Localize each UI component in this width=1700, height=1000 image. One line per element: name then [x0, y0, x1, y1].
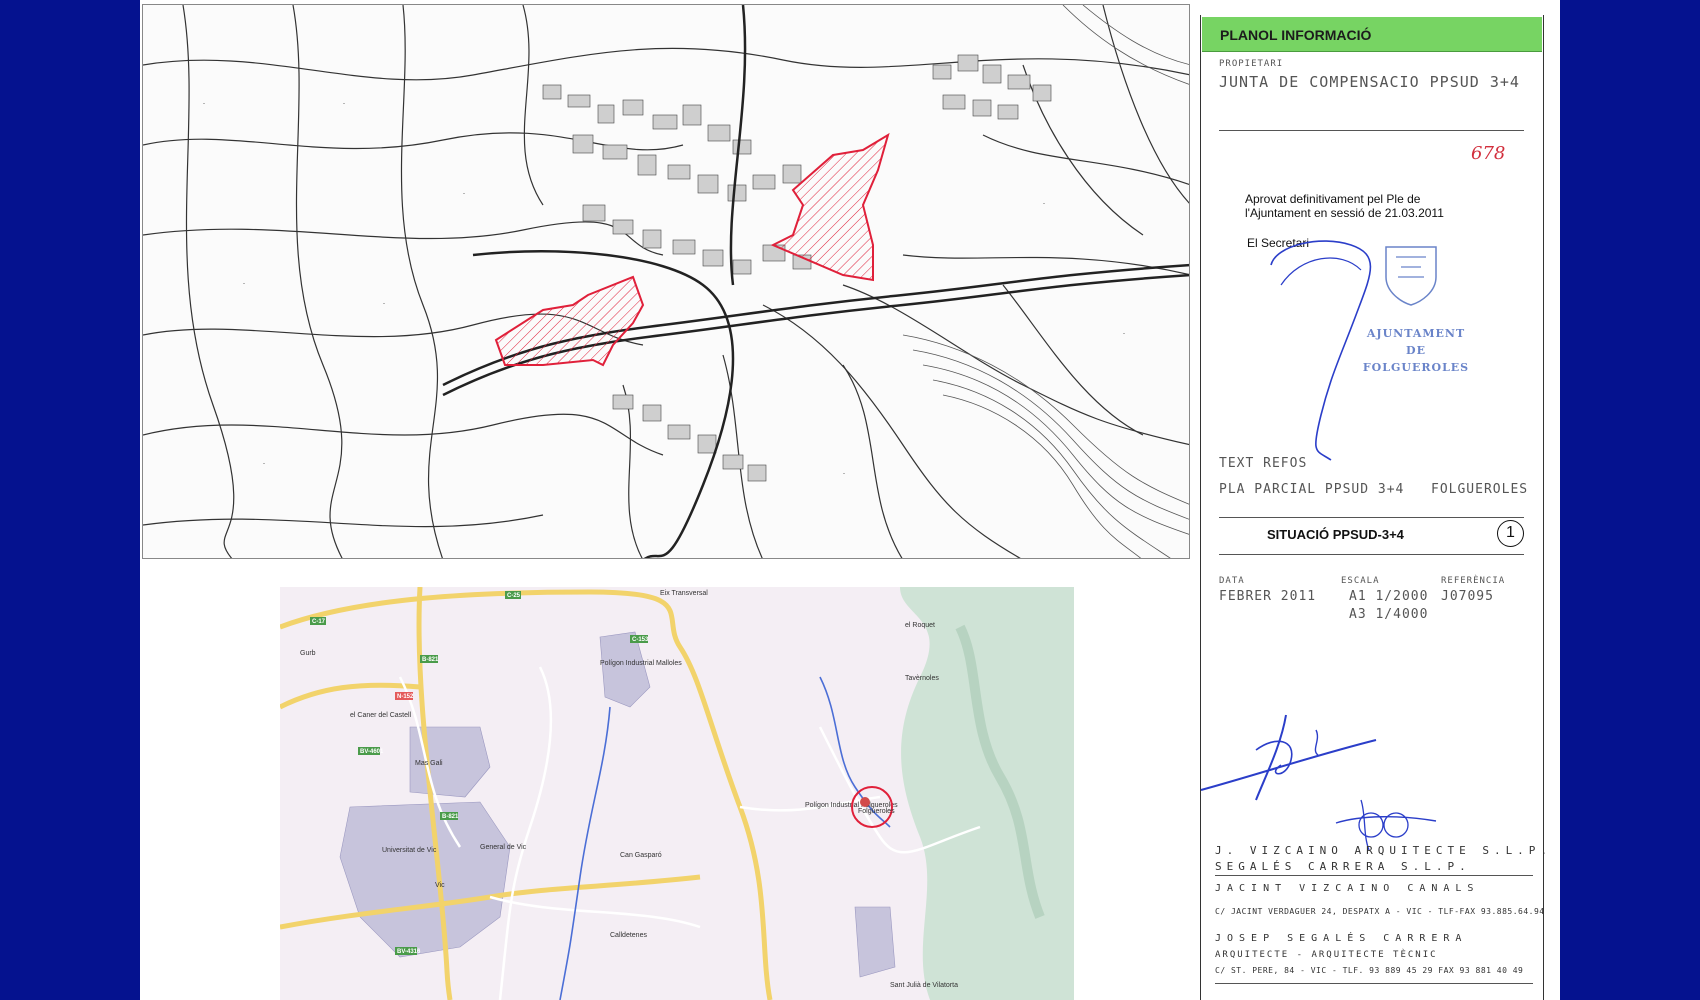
label-general: General de Vic [480, 844, 527, 851]
municipal-stamp: AJUNTAMENT DE FOLGUEROLES [1356, 325, 1476, 376]
label-eix: Eix Transversal [660, 590, 708, 597]
road-map-drawing: C-25 C-17 B-821 C-153 N-152 BV-4601 BV-4… [280, 587, 1074, 1000]
divider [1215, 875, 1533, 876]
firm-name-1: J. VIZCAINO ARQUITECTE S.L.P. [1215, 844, 1553, 857]
cadastral-map: - - - - - - - - - [142, 4, 1190, 559]
label-masgali: Mas Gali [415, 760, 443, 767]
ref-value: J07095 [1441, 589, 1494, 604]
road-location-map: C-25 C-17 B-821 C-153 N-152 BV-4601 BV-4… [280, 587, 1074, 1000]
label-caner: el Caner del Castell [350, 712, 412, 719]
stamp-line-1: AJUNTAMENT [1366, 327, 1466, 340]
label-calldetenes: Calldetenes [610, 932, 647, 939]
svg-text:N-152: N-152 [397, 694, 414, 700]
plan-name: PLA PARCIAL PPSUD 3+4 [1219, 482, 1405, 497]
divider [1219, 554, 1524, 555]
scale-a1: A1 1/2000 [1349, 589, 1429, 604]
svg-text:-: - [203, 101, 205, 107]
svg-text:-: - [463, 191, 465, 197]
owner-value: JUNTA DE COMPENSACIO PPSUD 3+4 [1219, 73, 1520, 91]
svg-text:B-821: B-821 [442, 814, 459, 820]
divider [1215, 983, 1533, 984]
ref-label: REFERÈNCIA [1441, 576, 1506, 586]
svg-text:C-25: C-25 [507, 593, 521, 599]
svg-text:-: - [343, 101, 345, 107]
date-label: DATA [1219, 576, 1245, 586]
svg-text:C-153: C-153 [632, 637, 649, 643]
owner-label: PROPIETARI [1219, 59, 1284, 69]
sheet-number: 1 [1497, 520, 1524, 547]
svg-text:-: - [243, 281, 245, 287]
svg-text:B-821: B-821 [422, 657, 439, 663]
label-roquet: el Roquet [905, 622, 935, 629]
municipal-seal-icon [1385, 246, 1437, 306]
cadastral-map-drawing: - - - - - - - - - [143, 5, 1189, 558]
label-congasparo: Can Gasparó [620, 852, 662, 859]
person-1: JACINT VIZCAINO CANALS [1215, 883, 1480, 894]
person-2: JOSEP SEGALÉS CARRERA [1215, 933, 1468, 944]
svg-text:-: - [1043, 201, 1045, 207]
approval-line-1: Aprovat definitivament pel Ple de [1245, 192, 1421, 206]
scale-a3: A3 1/4000 [1349, 607, 1429, 622]
svg-text:C-17: C-17 [312, 619, 326, 625]
roles-2: ARQUITECTE - ARQUITECTE TÈCNIC [1215, 950, 1438, 960]
sheet-title: SITUACIÓ PPSUD-3+4 [1267, 527, 1404, 542]
label-vic: Vic [435, 882, 445, 889]
svg-text:-: - [263, 461, 265, 467]
label-santjulia: Sant Julià de Vilatorta [890, 982, 958, 989]
text-refos: TEXT REFOS [1219, 456, 1308, 471]
svg-text:-: - [383, 301, 385, 307]
svg-text:-: - [1123, 331, 1125, 337]
address-2: C/ ST. PERE, 84 - VIC - TLF. 93 889 45 2… [1215, 966, 1524, 975]
title-block: PLANOL INFORMACIÓ PROPIETARI JUNTA DE CO… [1200, 15, 1547, 1000]
label-tavernoles: Tavèrnoles [905, 675, 939, 682]
svg-text:-: - [843, 471, 845, 477]
stamp-line-2: DE [1406, 344, 1426, 357]
stamp-line-3: FOLGUEROLES [1362, 361, 1470, 374]
label-gurb: Gurb [300, 650, 316, 657]
title-block-header: PLANOL INFORMACIÓ [1202, 17, 1542, 52]
plan-sheet: - - - - - - - - - C-25 C-17 B-821 C-153 N-152 … [140, 0, 1560, 1000]
label-universitat: Universitat de Vic [382, 847, 437, 854]
firm-name-2: SEGALÉS CARRERA S.L.P. [1215, 860, 1471, 873]
date-value: FEBRER 2011 [1219, 589, 1317, 604]
architect-signature [1200, 714, 1377, 801]
handwritten-number: 678 [1471, 143, 1506, 164]
plan-town: FOLGUEROLES [1431, 482, 1529, 497]
address-1: C/ JACINT VERDAGUER 24, DESPATX A - VIC … [1215, 907, 1545, 916]
divider [1219, 517, 1524, 518]
label-poligon: Polígon Industrial Malloles [600, 660, 682, 667]
divider [1219, 130, 1524, 131]
svg-text:BV-4316: BV-4316 [397, 949, 421, 955]
scale-label: ESCALA [1341, 576, 1380, 586]
label-folgueroles: Folgueroles [858, 808, 895, 815]
svg-text:BV-4601: BV-4601 [360, 749, 384, 755]
approval-line-2: l'Ajuntament en sessió de 21.03.2011 [1245, 206, 1444, 220]
